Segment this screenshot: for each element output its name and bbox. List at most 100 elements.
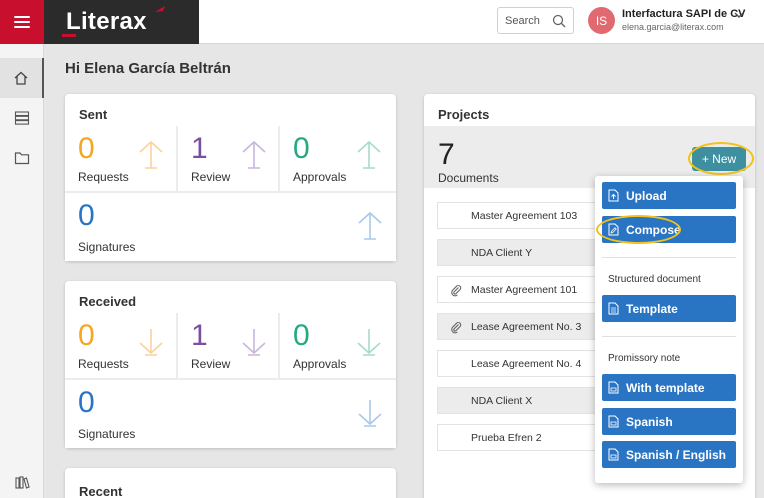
document-row[interactable]: NDA Client Y [437, 239, 607, 266]
menu-item-template[interactable]: Template [602, 295, 736, 322]
new-button[interactable]: + New [692, 147, 746, 171]
logo-text: Literax [66, 8, 147, 35]
document-name: Lease Agreement No. 4 [471, 358, 582, 370]
stat-sent-requests[interactable]: 0 Requests [65, 126, 176, 191]
document-name: NDA Client X [471, 395, 533, 407]
card-title: Recent [79, 484, 123, 498]
sidebar-item-folder[interactable] [0, 138, 44, 178]
menu-item-compose[interactable]: Compose [602, 216, 736, 243]
document-name: Master Agreement 101 [471, 284, 578, 296]
new-dropdown-menu: Upload Compose Structured document Templ… [595, 176, 743, 483]
arrow-up-icon [139, 140, 163, 169]
arrow-down-icon [242, 329, 266, 356]
stat-value: 0 [78, 199, 95, 232]
folder-icon [14, 152, 30, 165]
avatar[interactable]: IS [588, 7, 615, 34]
stat-label: Approvals [293, 357, 347, 371]
sent-card: Sent 0 Requests 1 Review 0 Approvals 0 S… [65, 94, 396, 261]
arrow-down-icon [357, 329, 381, 356]
document-row[interactable]: Lease Agreement No. 3 [437, 313, 607, 340]
arrow-down-icon [358, 400, 382, 427]
promissory-file-icon [608, 381, 619, 394]
stat-value: 0 [293, 319, 310, 352]
stat-received-signatures[interactable]: 0 Signatures [65, 380, 396, 448]
sidebar-item-list[interactable] [0, 98, 44, 138]
sidebar-item-library[interactable] [0, 462, 44, 498]
menu-item-with-template[interactable]: With template [602, 374, 736, 401]
paperclip-icon [451, 322, 462, 334]
upload-file-icon [608, 189, 619, 202]
stat-label: Review [191, 170, 231, 184]
template-file-icon [608, 302, 619, 315]
logo-underline [62, 34, 76, 37]
document-row[interactable]: Prueba Efren 2 [437, 424, 607, 451]
card-title: Received [79, 294, 137, 309]
stat-label: Requests [78, 170, 129, 184]
left-sidebar [0, 44, 44, 498]
stat-sent-review[interactable]: 1 Review [178, 126, 278, 191]
stat-value: 1 [191, 132, 208, 165]
page-title: Hi Elena García Beltrán [65, 60, 231, 77]
projects-count: 7 [438, 138, 455, 171]
menu-section-heading: Structured document [608, 274, 701, 285]
menu-item-label: Template [626, 301, 678, 316]
sidebar-item-home[interactable] [0, 58, 44, 98]
arrow-up-icon [358, 211, 382, 240]
logo[interactable]: Literax [44, 0, 199, 44]
menu-item-spanish[interactable]: Spanish [602, 408, 736, 435]
books-icon [15, 476, 30, 489]
stat-label: Requests [78, 357, 129, 371]
stat-sent-signatures[interactable]: 0 Signatures [65, 193, 396, 261]
promissory-file-icon [608, 448, 619, 461]
list-icon [14, 111, 30, 125]
menu-item-spanish-english[interactable]: Spanish / English [602, 441, 736, 468]
projects-count-label: Documents [438, 171, 499, 185]
search-icon[interactable] [552, 14, 566, 28]
menu-section-heading: Promissory note [608, 353, 681, 364]
menu-item-label: Spanish / English [626, 447, 727, 462]
search-box[interactable] [497, 7, 574, 34]
card-title: Projects [438, 107, 490, 122]
logo-mark-icon [155, 6, 165, 12]
company-name[interactable]: Interfactura SAPI de CV [622, 8, 745, 20]
menu-item-label: Compose [626, 222, 681, 237]
recent-card: Recent [65, 468, 396, 498]
promissory-file-icon [608, 415, 619, 428]
menu-item-label: With template [626, 380, 705, 395]
menu-item-upload[interactable]: Upload [602, 182, 736, 209]
document-name: NDA Client Y [471, 247, 533, 259]
stat-label: Signatures [78, 427, 136, 441]
document-row[interactable]: Master Agreement 101 [437, 276, 607, 303]
paperclip-icon [451, 285, 462, 297]
arrow-up-icon [242, 140, 266, 169]
search-input[interactable] [505, 14, 549, 27]
stat-received-review[interactable]: 1 Review [178, 313, 278, 378]
stat-value: 0 [78, 319, 95, 352]
arrow-up-icon [357, 140, 381, 169]
card-body: 0 Requests 1 Review 0 Approvals 0 Signat… [65, 126, 396, 261]
menu-divider [602, 257, 736, 258]
menu-item-label: Upload [626, 188, 667, 203]
document-row[interactable]: Lease Agreement No. 4 [437, 350, 607, 377]
top-bar: Literax IS Interfactura SAPI de CV elena… [0, 0, 764, 44]
menu-button[interactable] [0, 0, 44, 44]
received-card: Received 0 Requests 1 Review 0 Approvals… [65, 281, 396, 448]
stat-label: Signatures [78, 240, 136, 254]
document-name: Prueba Efren 2 [471, 432, 542, 444]
stat-sent-approvals[interactable]: 0 Approvals [280, 126, 396, 191]
hamburger-icon [14, 16, 30, 28]
document-name: Lease Agreement No. 3 [471, 321, 582, 333]
stat-value: 0 [293, 132, 310, 165]
arrow-down-icon [139, 329, 163, 356]
user-email: elena.garcia@literax.com [622, 22, 724, 32]
stat-value: 0 [78, 132, 95, 165]
document-row[interactable]: Master Agreement 103 [437, 202, 607, 229]
home-icon [14, 71, 28, 85]
document-row[interactable]: NDA Client X [437, 387, 607, 414]
stat-label: Review [191, 357, 231, 371]
stat-received-approvals[interactable]: 0 Approvals [280, 313, 396, 378]
stat-value: 0 [78, 386, 95, 419]
chevron-down-icon[interactable] [734, 12, 744, 19]
card-body: 0 Requests 1 Review 0 Approvals 0 Signat… [65, 313, 396, 448]
stat-received-requests[interactable]: 0 Requests [65, 313, 176, 378]
